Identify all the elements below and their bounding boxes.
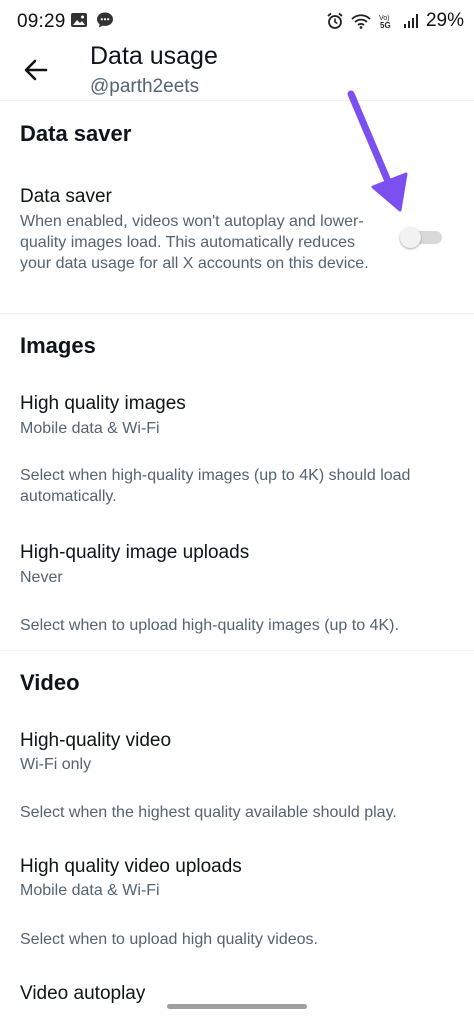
back-arrow-icon[interactable]: [20, 54, 52, 86]
high-quality-images-value: Mobile data & Wi-Fi: [20, 420, 160, 437]
high-quality-video-uploads-title: High quality video uploads: [20, 856, 242, 877]
high-quality-image-uploads-description: Select when to upload high-quality image…: [20, 617, 399, 634]
annotation-arrow-icon: [347, 90, 408, 212]
data-saver-item-title: Data saver: [20, 186, 112, 207]
data-saver-description: When enabled, videos won't autoplay and …: [20, 213, 369, 272]
section-divider: [0, 313, 474, 314]
high-quality-video-title: High-quality video: [20, 730, 172, 751]
high-quality-video-description: Select when the highest quality availabl…: [20, 804, 397, 821]
home-indicator[interactable]: [167, 1004, 307, 1009]
alarm-icon: [327, 12, 343, 29]
high-quality-image-uploads-value: Never: [20, 569, 63, 586]
status-icons-left: [70, 11, 114, 29]
high-quality-video-value: Wi-Fi only: [20, 756, 92, 773]
section-title-data-saver: Data saver: [20, 121, 132, 146]
page-title: Data usage: [90, 42, 218, 70]
high-quality-images-title: High quality images: [20, 393, 186, 414]
status-bar: 09:29 Vo) 5G 29%: [0, 0, 474, 42]
svg-text:5G: 5G: [380, 21, 391, 30]
gallery-notification-icon: [71, 13, 87, 27]
battery-percentage: 29%: [425, 10, 464, 31]
account-handle: @parth2eets: [90, 76, 200, 97]
message-notification-icon: [97, 12, 113, 28]
signal-icon: [403, 14, 418, 28]
high-quality-image-uploads-title: High-quality image uploads: [20, 542, 250, 563]
status-time: 09:29: [17, 11, 66, 32]
section-divider: [0, 650, 474, 651]
video-autoplay-title: Video autoplay: [20, 983, 146, 1004]
status-icons-right: Vo) 5G 29%: [326, 10, 464, 32]
section-title-images: Images: [20, 333, 96, 358]
section-title-video: Video: [20, 670, 80, 695]
data-saver-toggle[interactable]: [400, 226, 442, 248]
high-quality-images-description: Select when high-quality images (up to 4…: [20, 467, 411, 505]
high-quality-video-uploads-description: Select when to upload high quality video…: [20, 931, 318, 948]
toggle-knob: [400, 227, 421, 248]
network-5g-icon: Vo) 5G: [379, 15, 391, 30]
high-quality-video-uploads-value: Mobile data & Wi-Fi: [20, 882, 160, 899]
wifi-icon: [351, 14, 371, 29]
